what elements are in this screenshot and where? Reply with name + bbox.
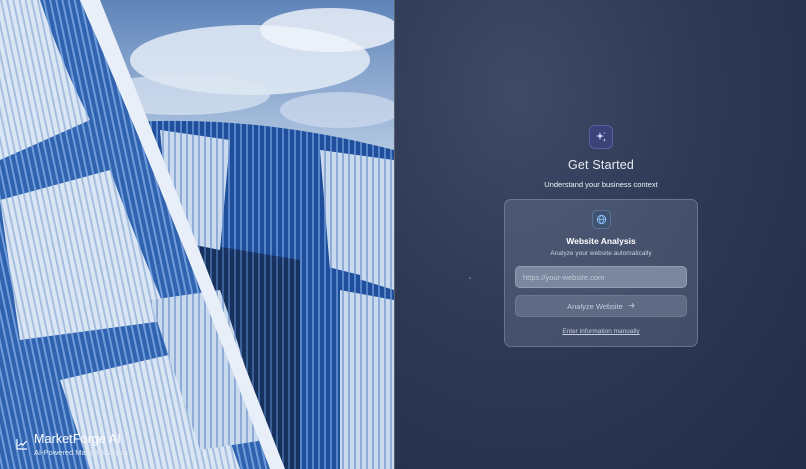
website-analysis-card: Website Analysis Analyze your website au…: [504, 199, 698, 347]
analyze-website-label: Analyze Website: [567, 301, 623, 311]
get-started-header: Get Started Understand your business con…: [395, 125, 806, 189]
card-title: Website Analysis: [566, 236, 636, 246]
arrow-right-icon: [628, 302, 635, 311]
brand-name: MarketForge AI: [34, 432, 121, 446]
brand: MarketForge AI AI-Powered Market Analysi…: [16, 432, 128, 457]
card-subtitle: Analyze your website automatically: [550, 250, 652, 257]
sparkles-icon: [589, 125, 613, 149]
page-subtitle: Understand your business context: [544, 180, 658, 189]
analyze-website-button[interactable]: Analyze Website: [515, 295, 687, 317]
cursor-dot: [469, 277, 471, 279]
chart-icon: [16, 437, 28, 450]
get-started-panel: Get Started Understand your business con…: [394, 0, 806, 469]
architecture-photo: [0, 0, 394, 469]
page-title: Get Started: [567, 158, 635, 172]
brand-tagline: AI-Powered Market Analysis: [34, 448, 128, 457]
enter-manually-link[interactable]: Enter information manually: [562, 328, 639, 335]
website-url-input[interactable]: [515, 266, 687, 288]
hero-image-panel: MarketForge AI AI-Powered Market Analysi…: [0, 0, 394, 469]
globe-icon: [591, 210, 611, 229]
